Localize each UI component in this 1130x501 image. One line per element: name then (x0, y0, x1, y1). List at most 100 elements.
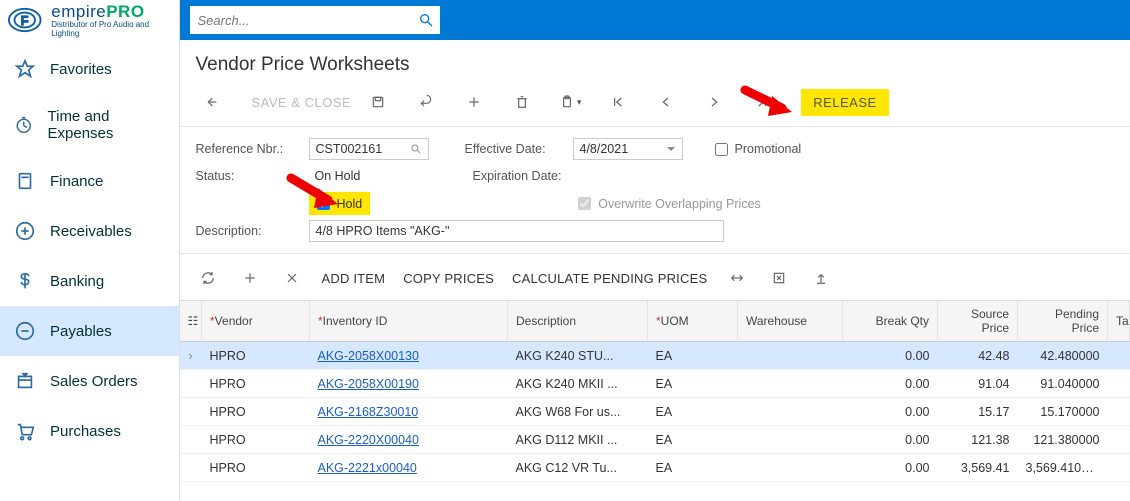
cell-source-price[interactable]: 42.48 (938, 342, 1018, 370)
cell-description[interactable]: AKG W68 For us... (508, 398, 648, 426)
cell-source-price[interactable]: 91.04 (938, 370, 1018, 398)
cell-source-price[interactable]: 3,569.41 (938, 454, 1018, 482)
save-button[interactable] (363, 88, 393, 116)
fit-columns-button[interactable] (725, 264, 749, 292)
first-button[interactable] (603, 88, 633, 116)
col-header[interactable]: Pending Price (1018, 301, 1108, 342)
sidebar-item-receivables[interactable]: Receivables (0, 206, 179, 256)
col-header[interactable]: Break Qty (843, 301, 938, 342)
cell-inventory-id[interactable]: AKG-2221x00040 (310, 454, 508, 482)
delete-row-button[interactable] (280, 264, 304, 292)
cell-vendor[interactable]: HPRO (202, 454, 310, 482)
sidebar-item-time-and-expenses[interactable]: Time and Expenses (0, 94, 179, 156)
cell-vendor[interactable]: HPRO (202, 426, 310, 454)
back-button[interactable] (196, 88, 226, 116)
add-button[interactable] (459, 88, 489, 116)
cell-source-price[interactable]: 15.17 (938, 398, 1018, 426)
cell-pending-price[interactable]: 15.170000 (1018, 398, 1108, 426)
cell-break-qty[interactable]: 0.00 (843, 342, 938, 370)
table-row[interactable]: HPRO AKG-2221x00040 AKG C12 VR Tu... EA … (180, 454, 1130, 482)
cell-last[interactable] (1108, 454, 1130, 482)
cell-uom[interactable]: EA (648, 342, 738, 370)
sidebar-item-banking[interactable]: Banking (0, 256, 179, 306)
table-row[interactable]: HPRO AKG-2058X00190 AKG K240 MKII ... EA… (180, 370, 1130, 398)
cell-warehouse[interactable] (738, 342, 843, 370)
refresh-button[interactable] (196, 264, 220, 292)
copy-prices-action[interactable]: COPY PRICES (403, 271, 494, 286)
col-header[interactable]: Source Price (938, 301, 1018, 342)
cell-vendor[interactable]: HPRO (202, 370, 310, 398)
prev-button[interactable] (651, 88, 681, 116)
sidebar-item-purchases[interactable]: Purchases (0, 406, 179, 456)
add-row-button[interactable] (238, 264, 262, 292)
search-input[interactable] (196, 12, 418, 29)
cell-pending-price[interactable]: 121.380000 (1018, 426, 1108, 454)
cell-description[interactable]: AKG K240 MKII ... (508, 370, 648, 398)
export-excel-button[interactable] (767, 264, 791, 292)
cell-break-qty[interactable]: 0.00 (843, 454, 938, 482)
hold-check-input[interactable] (317, 197, 330, 210)
last-button[interactable] (747, 88, 777, 116)
cell-vendor[interactable]: HPRO (202, 398, 310, 426)
ref-input[interactable]: CST002161 (309, 138, 429, 160)
cell-inventory-id[interactable]: AKG-2168Z30010 (310, 398, 508, 426)
cell-uom[interactable]: EA (648, 454, 738, 482)
calc-pending-action[interactable]: CALCULATE PENDING PRICES (512, 271, 707, 286)
cell-description[interactable]: AKG K240 STU... (508, 342, 648, 370)
col-header[interactable]: Description (508, 301, 648, 342)
cell-inventory-id[interactable]: AKG-2058X00190 (310, 370, 508, 398)
overlap-checkbox[interactable]: Overwrite Overlapping Prices (574, 194, 761, 213)
cell-warehouse[interactable] (738, 398, 843, 426)
cell-pending-price[interactable]: 42.480000 (1018, 342, 1108, 370)
cell-break-qty[interactable]: 0.00 (843, 370, 938, 398)
cell-vendor[interactable]: HPRO (202, 342, 310, 370)
upload-button[interactable] (809, 264, 833, 292)
cell-uom[interactable]: EA (648, 426, 738, 454)
cell-warehouse[interactable] (738, 426, 843, 454)
cell-warehouse[interactable] (738, 454, 843, 482)
cell-source-price[interactable]: 121.38 (938, 426, 1018, 454)
col-header[interactable]: *UOM (648, 301, 738, 342)
cell-warehouse[interactable] (738, 370, 843, 398)
next-button[interactable] (699, 88, 729, 116)
add-item-action[interactable]: ADD ITEM (322, 271, 386, 286)
cell-inventory-id[interactable]: AKG-2220X00040 (310, 426, 508, 454)
sidebar-item-sales-orders[interactable]: Sales Orders (0, 356, 179, 406)
sidebar-item-finance[interactable]: Finance (0, 156, 179, 206)
col-header[interactable]: Warehouse (738, 301, 843, 342)
search-box[interactable] (190, 6, 440, 34)
cell-description[interactable]: AKG C12 VR Tu... (508, 454, 648, 482)
cell-pending-price[interactable]: 3,569.410000 (1018, 454, 1108, 482)
cell-break-qty[interactable]: 0.00 (843, 426, 938, 454)
cell-last[interactable] (1108, 398, 1130, 426)
cell-uom[interactable]: EA (648, 398, 738, 426)
save-close-button[interactable]: SAVE & CLOSE (244, 91, 360, 114)
col-header[interactable]: *Vendor (202, 301, 310, 342)
cell-description[interactable]: AKG D112 MKII ... (508, 426, 648, 454)
cell-last[interactable] (1108, 370, 1130, 398)
cell-pending-price[interactable]: 91.040000 (1018, 370, 1108, 398)
release-button[interactable]: RELEASE (801, 89, 888, 116)
promo-checkbox[interactable]: Promotional (711, 140, 802, 159)
lookup-icon[interactable] (410, 143, 422, 155)
table-row[interactable]: HPRO AKG-2220X00040 AKG D112 MKII ... EA… (180, 426, 1130, 454)
col-header[interactable]: *Inventory ID (310, 301, 508, 342)
table-row[interactable]: › HPRO AKG-2058X00130 AKG K240 STU... EA… (180, 342, 1130, 370)
promo-check-input[interactable] (715, 143, 728, 156)
delete-button[interactable] (507, 88, 537, 116)
table-row[interactable]: HPRO AKG-2168Z30010 AKG W68 For us... EA… (180, 398, 1130, 426)
sidebar-item-payables[interactable]: Payables (0, 306, 179, 356)
cell-uom[interactable]: EA (648, 370, 738, 398)
cell-break-qty[interactable]: 0.00 (843, 398, 938, 426)
cell-last[interactable] (1108, 426, 1130, 454)
desc-input[interactable]: 4/8 HPRO Items "AKG-" (309, 220, 724, 242)
row-options-header[interactable]: ☷ (180, 301, 202, 342)
col-header[interactable]: Ta (1108, 301, 1130, 342)
eff-date-input[interactable]: 4/8/2021 (573, 138, 683, 160)
sidebar-item-favorites[interactable]: Favorites (0, 44, 179, 94)
undo-button[interactable] (411, 88, 441, 116)
hold-checkbox[interactable]: Hold (309, 192, 371, 215)
cell-last[interactable] (1108, 342, 1130, 370)
clipboard-button[interactable]: ▾ (555, 88, 585, 116)
cell-inventory-id[interactable]: AKG-2058X00130 (310, 342, 508, 370)
